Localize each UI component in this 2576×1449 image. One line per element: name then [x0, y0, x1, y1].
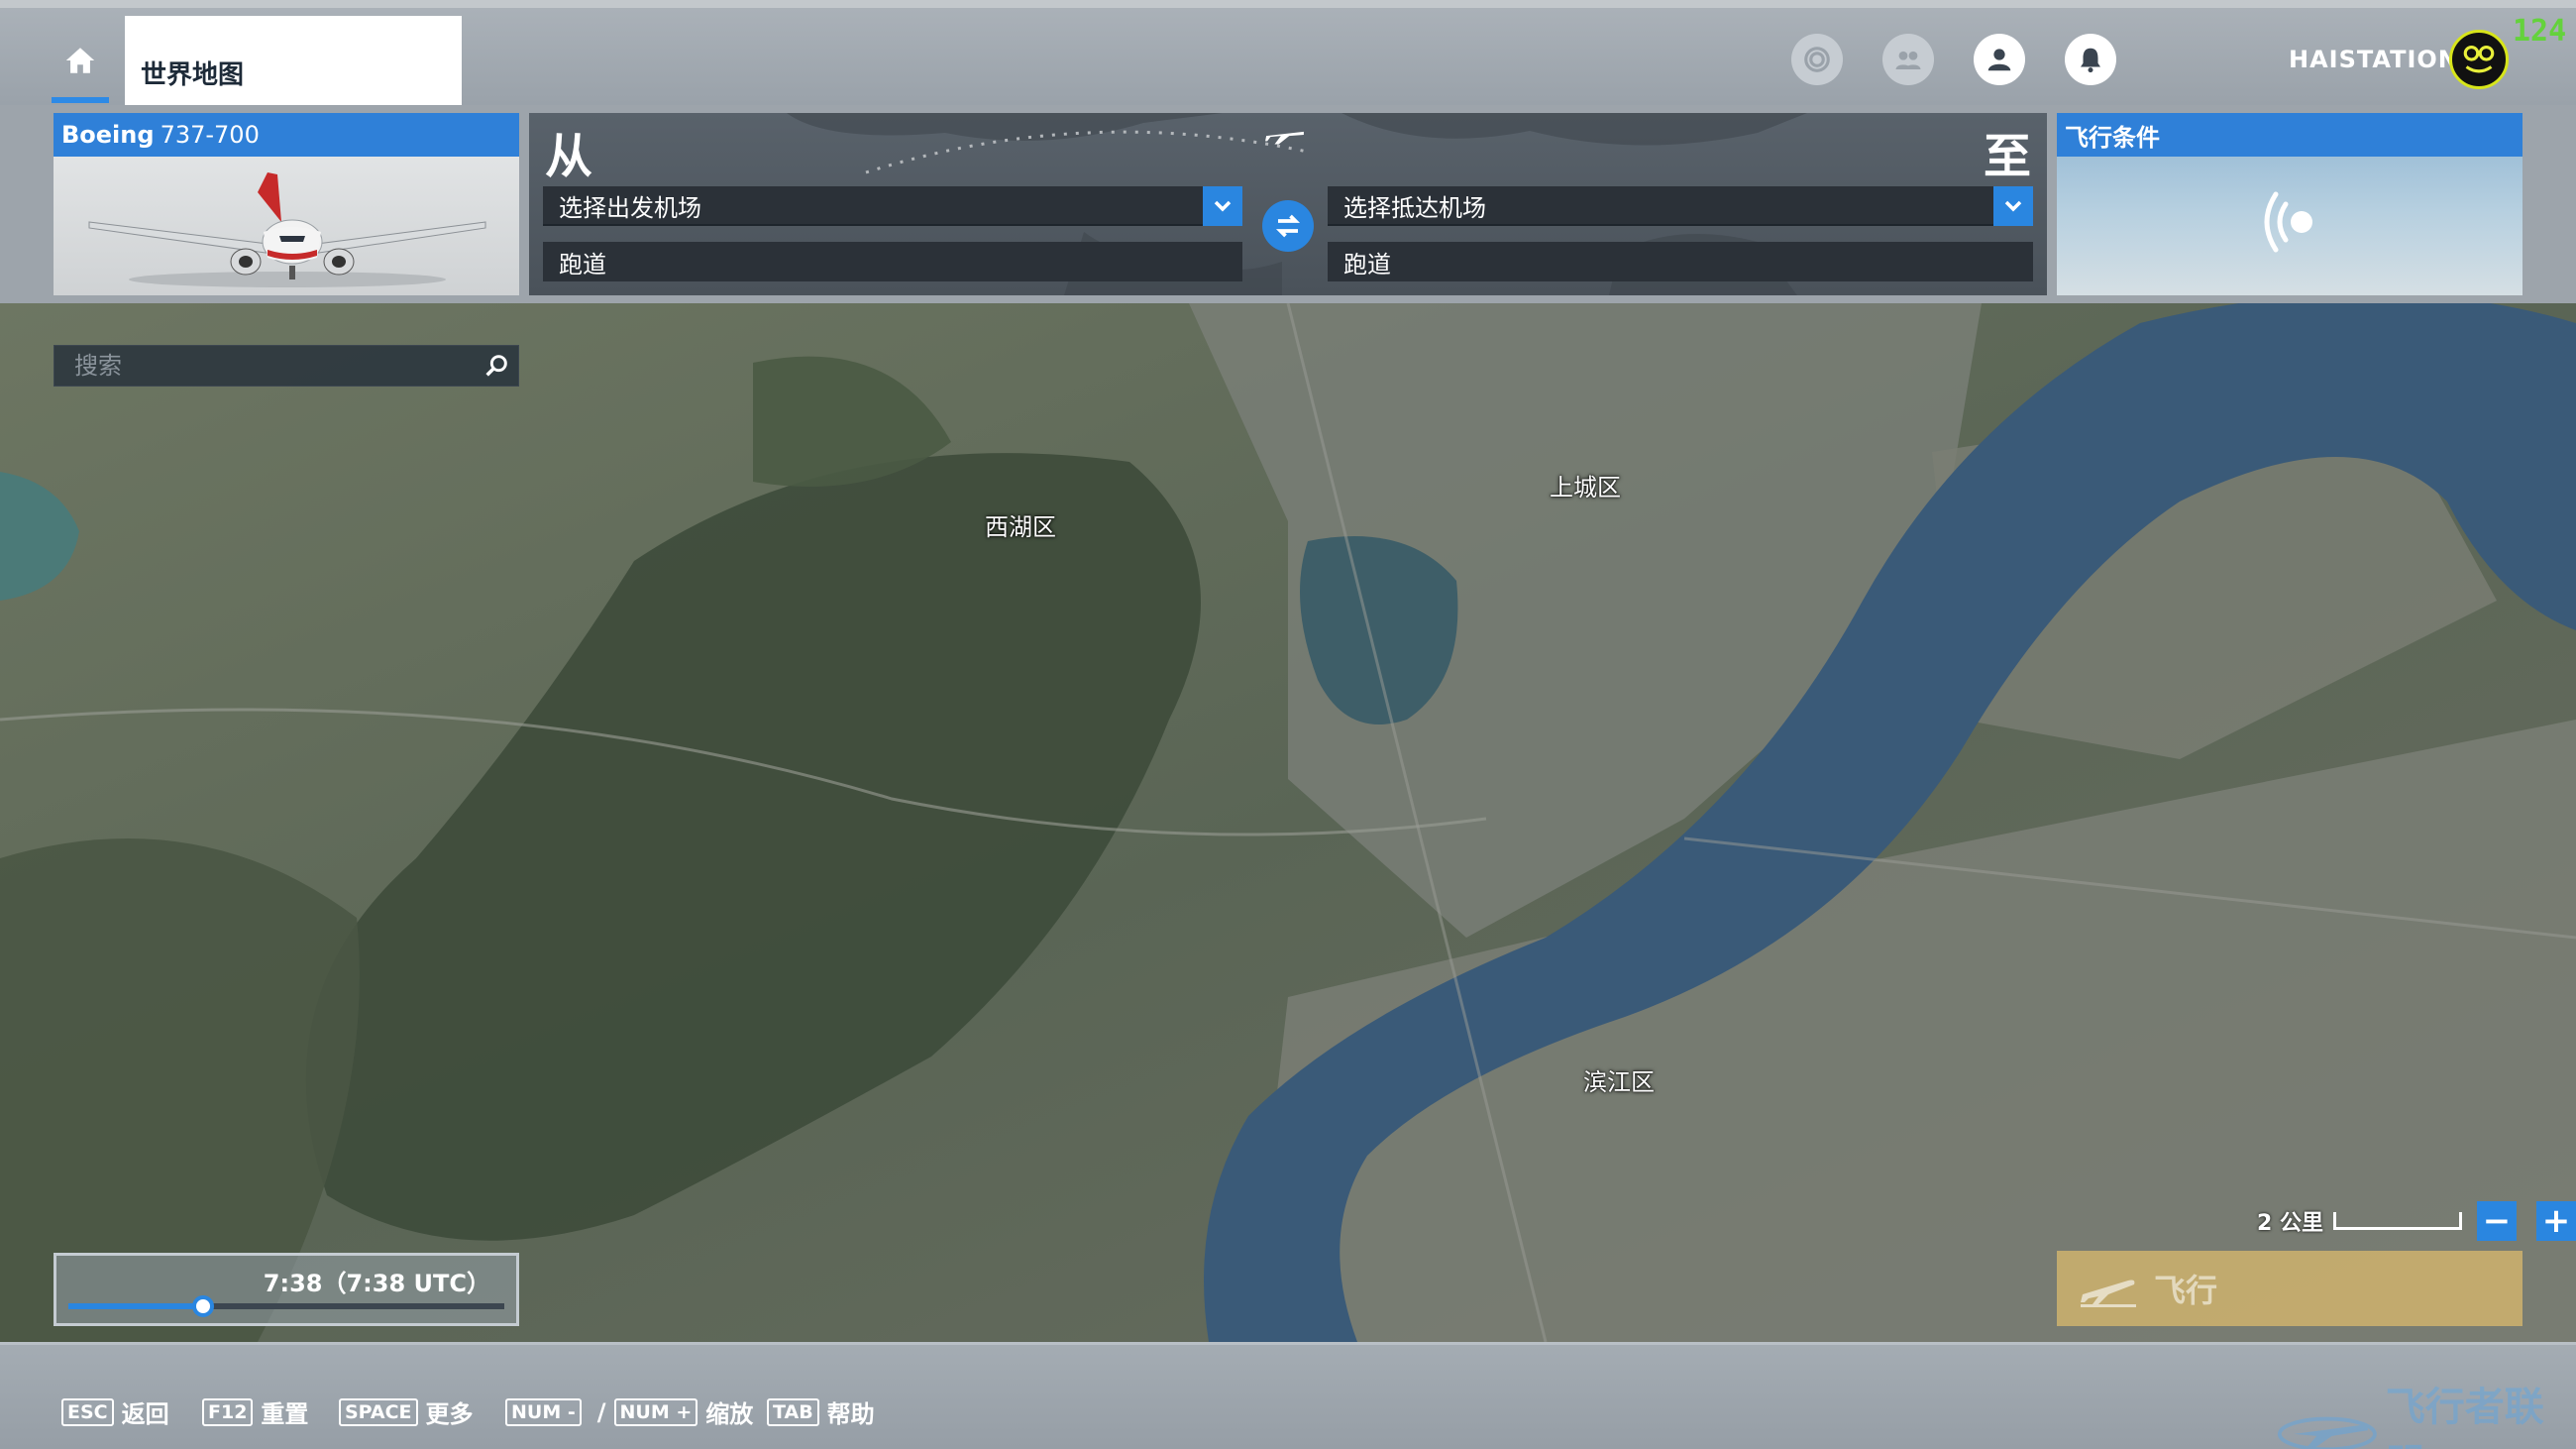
- hint-help[interactable]: TAB 帮助: [767, 1394, 875, 1429]
- home-tab[interactable]: [52, 24, 109, 103]
- key-num-plus: NUM +: [613, 1397, 698, 1426]
- top-bar: 世界地图 HAISTATION 124: [0, 0, 2576, 105]
- time-of-day-slider[interactable]: [68, 1295, 504, 1317]
- search-input[interactable]: [74, 352, 471, 380]
- zoom-out-button[interactable]: −: [2477, 1201, 2517, 1241]
- time-slider-handle[interactable]: [192, 1295, 215, 1317]
- map-scale: 2 公里: [2257, 1201, 2462, 1241]
- time-of-day-label: 7:38（7:38 UTC）: [263, 1270, 490, 1297]
- achievements-icon: [1804, 47, 1830, 72]
- hint-zoom-separator: /: [596, 1397, 606, 1426]
- swap-icon: [1275, 214, 1301, 238]
- fly-button[interactable]: 飞行: [2057, 1251, 2522, 1326]
- profile-icon: [1987, 49, 2011, 71]
- to-label: 至: [1983, 129, 2031, 184]
- time-of-day-panel: 7:38（7:38 UTC）: [54, 1253, 519, 1326]
- from-label: 从: [545, 129, 593, 184]
- tab-world-map[interactable]: 世界地图: [125, 16, 462, 105]
- flight-setup-row: Boeing 737-700 从 至 选择出发机场 跑道 选择抵达机场 跑道 飞…: [0, 105, 2576, 303]
- avatar-face-icon: [2463, 45, 2495, 73]
- key-num-minus: NUM -: [505, 1397, 582, 1426]
- conditions-card-header: 飞行条件: [2057, 113, 2522, 157]
- route-selector: 从 至 选择出发机场 跑道 选择抵达机场 跑道: [529, 113, 2047, 295]
- key-space: SPACE: [339, 1397, 418, 1426]
- watermark-plane-icon: [2277, 1416, 2377, 1449]
- aircraft-brand: Boeing: [61, 121, 155, 149]
- key-tab: TAB: [767, 1397, 819, 1426]
- hint-reset[interactable]: F12 重置: [202, 1394, 308, 1429]
- hint-reset-label: 重置: [261, 1400, 309, 1428]
- map-search-box[interactable]: [54, 345, 519, 387]
- time-slider-fill: [68, 1303, 204, 1309]
- world-map-view[interactable]: 西湖区 上城区 滨江区 7:38（7:38 UTC） 2 公里 − + 飞行: [0, 303, 2576, 1342]
- fps-counter: 124: [2513, 14, 2567, 49]
- aircraft-selection-card[interactable]: Boeing 737-700: [54, 113, 519, 295]
- arrival-dropdown-button[interactable]: [1993, 186, 2033, 226]
- district-label-xihu: 西湖区: [985, 513, 1056, 541]
- hint-zoom[interactable]: NUM - / NUM + 缩放: [505, 1394, 753, 1429]
- route-plane-icon: [1265, 131, 1304, 145]
- swap-airports-button[interactable]: [1262, 200, 1314, 252]
- key-esc: ESC: [61, 1397, 114, 1426]
- zoom-in-button[interactable]: +: [2536, 1201, 2576, 1241]
- satellite-terrain: [0, 303, 2576, 1342]
- notifications-button[interactable]: [2065, 34, 2116, 85]
- arrival-runway-label: 跑道: [1343, 250, 1391, 279]
- arrival-airport-label: 选择抵达机场: [1343, 193, 1486, 222]
- avatar[interactable]: [2449, 30, 2509, 89]
- watermark-logo: 飞行者联盟: [2275, 1375, 2576, 1449]
- watermark-text: 飞行者联盟: [2385, 1385, 2544, 1449]
- aircraft-card-header: Boeing 737-700: [54, 113, 519, 157]
- departure-runway-select[interactable]: 跑道: [543, 242, 1242, 281]
- live-weather-icon: [2264, 191, 2312, 253]
- hint-help-label: 帮助: [826, 1400, 875, 1428]
- hint-back-label: 返回: [121, 1400, 169, 1428]
- chevron-down-icon: [1214, 200, 1232, 212]
- aircraft-image: [88, 172, 486, 287]
- profile-button[interactable]: [1974, 34, 2025, 85]
- notifications-icon: [2081, 48, 2100, 73]
- fly-button-label: 飞行: [2154, 1272, 2218, 1309]
- conditions-title: 飞行条件: [2065, 123, 2160, 152]
- friends-icon: [1895, 51, 1921, 69]
- departure-airport-label: 选择出发机场: [559, 193, 701, 222]
- chevron-down-icon: [2004, 200, 2022, 212]
- arrival-runway-select[interactable]: 跑道: [1328, 242, 2033, 281]
- map-scale-label: 2 公里: [2257, 1211, 2323, 1236]
- hint-more-label: 更多: [425, 1400, 474, 1428]
- hint-more[interactable]: SPACE 更多: [339, 1394, 474, 1429]
- search-icon[interactable]: [483, 352, 510, 380]
- tab-world-map-label: 世界地图: [141, 60, 245, 90]
- map-scale-bar: [2332, 1212, 2462, 1230]
- hint-back[interactable]: ESC 返回: [61, 1394, 169, 1429]
- achievements-button[interactable]: [1791, 34, 1843, 85]
- keyboard-hints-bar: ESC 返回 F12 重置 SPACE 更多 NUM - / NUM + 缩放 …: [0, 1342, 2576, 1449]
- departure-airport-select[interactable]: 选择出发机场: [543, 186, 1242, 226]
- key-f12: F12: [202, 1397, 254, 1426]
- departure-runway-label: 跑道: [559, 250, 606, 279]
- departure-dropdown-button[interactable]: [1203, 186, 1242, 226]
- aircraft-model: 737-700: [160, 121, 260, 149]
- district-label-shangcheng: 上城区: [1550, 474, 1621, 502]
- takeoff-icon: [2081, 1280, 2136, 1307]
- hint-zoom-label: 缩放: [705, 1400, 754, 1428]
- arrival-airport-select[interactable]: 选择抵达机场: [1328, 186, 2033, 226]
- home-icon: [65, 48, 95, 73]
- username: HAISTATION: [2289, 46, 2459, 73]
- flight-conditions-card[interactable]: 飞行条件: [2057, 113, 2522, 295]
- friends-button[interactable]: [1882, 34, 1934, 85]
- district-label-binjiang: 滨江区: [1583, 1068, 1655, 1096]
